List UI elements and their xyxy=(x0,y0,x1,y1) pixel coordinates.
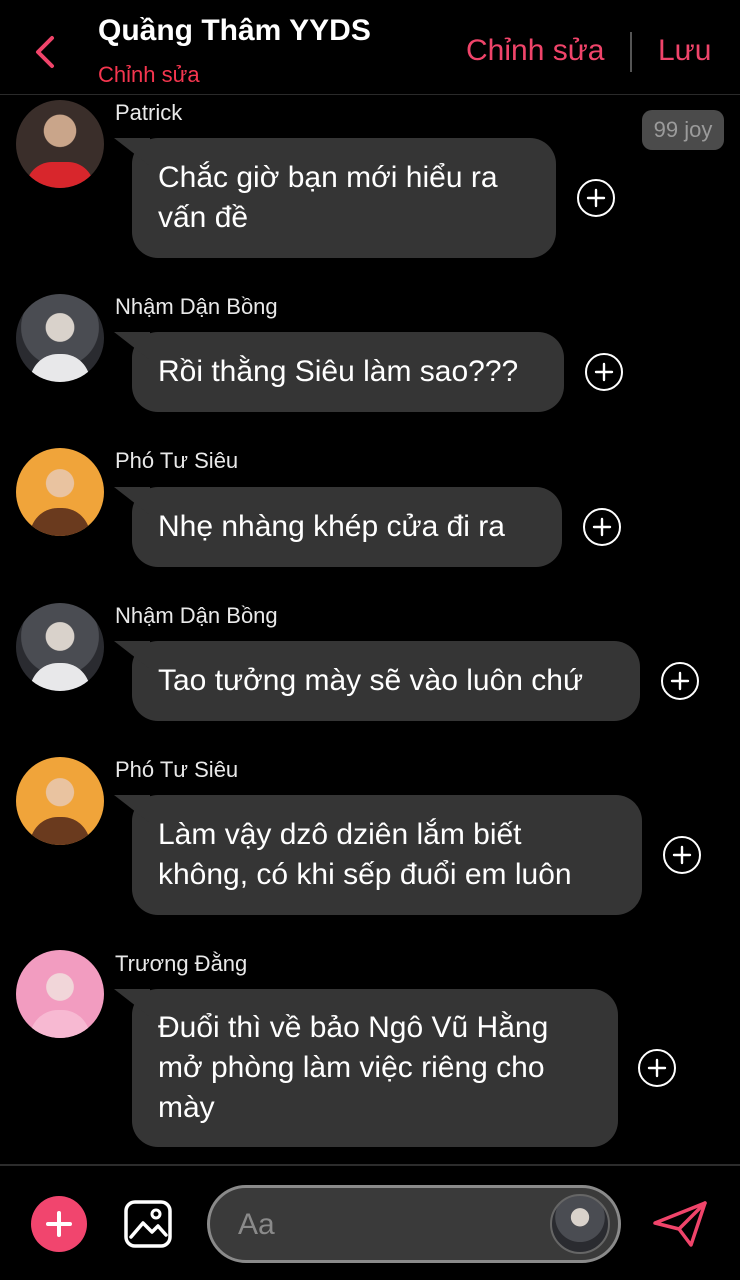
plus-icon xyxy=(46,1211,72,1237)
message-line: Tao tưởng mày sẽ vào luôn chứ xyxy=(158,664,584,697)
message-bubble[interactable]: Tao tưởng mày sẽ vào luôn chứ xyxy=(132,641,640,721)
chat-title[interactable]: Quầng Thâm YYDS xyxy=(98,14,371,48)
avatar[interactable] xyxy=(16,757,104,845)
message-bubble[interactable]: Đuổi thì về bảo Ngô Vũ Hằng mở phòng làm… xyxy=(132,989,618,1147)
avatar[interactable] xyxy=(16,294,104,382)
message-line: vấn đề xyxy=(158,201,249,234)
message-bubble[interactable]: Rồi thằng Siêu làm sao??? xyxy=(132,332,564,412)
add-reaction-button[interactable] xyxy=(663,836,701,874)
send-icon xyxy=(653,1201,707,1247)
message-bubble[interactable]: Làm vậy dzô dziên lắm biết không, có khi… xyxy=(132,795,642,915)
sender-name: Phó Tư Siêu xyxy=(115,448,239,473)
image-icon xyxy=(124,1200,172,1248)
message-line: không, có khi sếp đuổi em luôn xyxy=(158,858,572,891)
avatar[interactable] xyxy=(16,100,104,188)
message-line: Đuổi thì về bảo Ngô Vũ Hằng xyxy=(158,1011,549,1044)
back-button[interactable] xyxy=(28,32,62,72)
plus-icon xyxy=(647,1058,667,1078)
message-line: Rồi thằng Siêu làm sao??? xyxy=(158,355,519,388)
avatar[interactable] xyxy=(16,448,104,536)
plus-icon xyxy=(670,671,690,691)
message-input[interactable] xyxy=(236,1200,540,1250)
avatar[interactable] xyxy=(16,603,104,691)
message-bubble[interactable]: Chắc giờ bạn mới hiểu ra vấn đề xyxy=(132,138,556,258)
chat-header: Quầng Thâm YYDS Chỉnh sửa Chỉnh sửa Lưu xyxy=(0,0,740,95)
header-divider xyxy=(630,32,632,72)
add-reaction-button[interactable] xyxy=(661,662,699,700)
sender-name: Trương Đằng xyxy=(115,951,248,976)
image-button[interactable] xyxy=(122,1198,174,1250)
message-line: mày xyxy=(158,1091,215,1124)
add-reaction-button[interactable] xyxy=(585,353,623,391)
edit-button[interactable]: Chỉnh sửa xyxy=(466,34,605,68)
sender-name: Nhậm Dận Bồng xyxy=(115,603,278,628)
message-line: Làm vậy dzô dziên lắm biết xyxy=(158,818,522,851)
composer-avatar[interactable] xyxy=(550,1194,610,1254)
avatar[interactable] xyxy=(16,950,104,1038)
add-reaction-button[interactable] xyxy=(638,1049,676,1087)
send-button[interactable] xyxy=(650,1196,710,1252)
joy-badge: 99 joy xyxy=(642,110,724,150)
message-line: mở phòng làm việc riêng cho xyxy=(158,1051,545,1084)
sender-name: Phó Tư Siêu xyxy=(115,757,239,782)
add-button[interactable] xyxy=(31,1196,87,1252)
plus-icon xyxy=(672,845,692,865)
add-reaction-button[interactable] xyxy=(577,179,615,217)
message-line: Chắc giờ bạn mới hiểu ra xyxy=(158,161,498,194)
plus-icon xyxy=(592,517,612,537)
message-line: Nhẹ nhàng khép cửa đi ra xyxy=(158,510,505,543)
plus-icon xyxy=(586,188,606,208)
chat-subtitle: Chỉnh sửa xyxy=(98,62,200,87)
save-button[interactable]: Lưu xyxy=(658,34,711,68)
sender-name: Patrick xyxy=(115,100,183,125)
add-reaction-button[interactable] xyxy=(583,508,621,546)
composer-divider xyxy=(0,1164,740,1166)
sender-name: Nhậm Dận Bồng xyxy=(115,294,278,319)
message-bubble[interactable]: Nhẹ nhàng khép cửa đi ra xyxy=(132,487,562,567)
plus-icon xyxy=(594,362,614,382)
message-input-container[interactable] xyxy=(207,1185,621,1263)
chevron-left-icon xyxy=(36,36,54,68)
